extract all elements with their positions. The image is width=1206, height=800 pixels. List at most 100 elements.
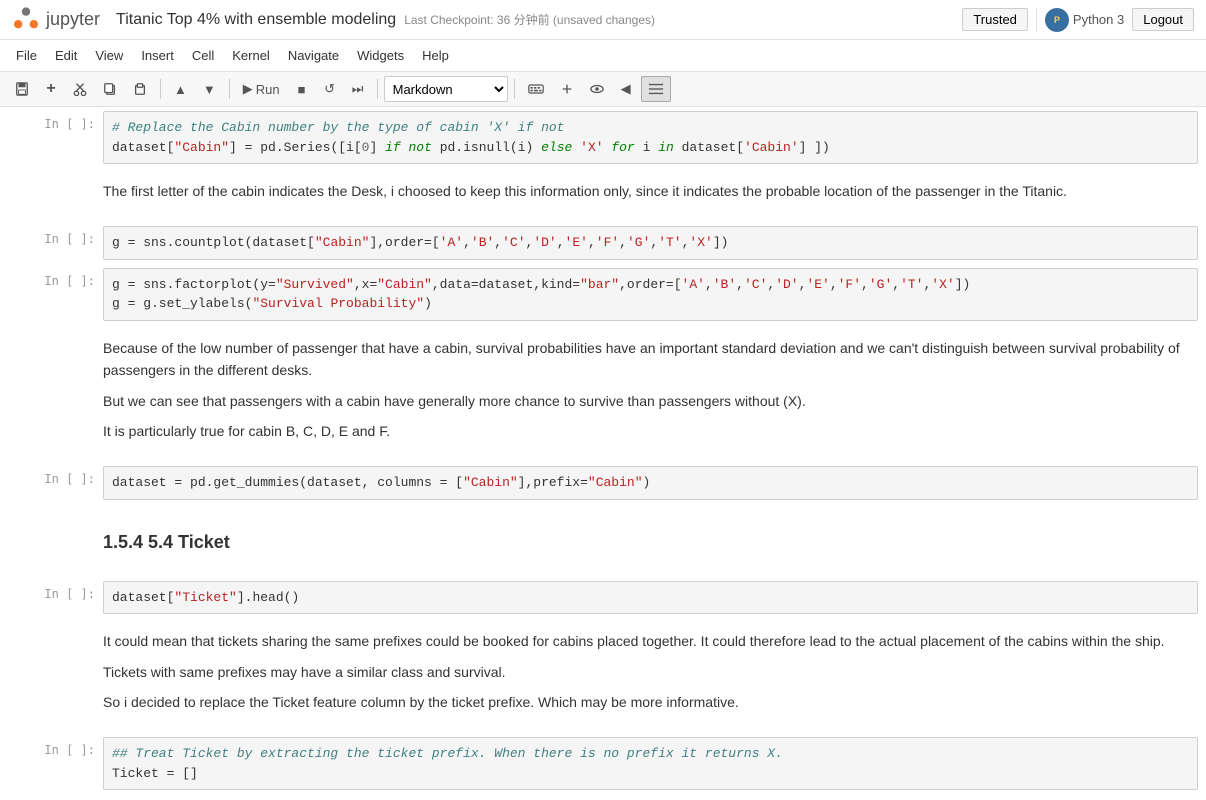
cell-3-code[interactable]: g = sns.countplot(dataset["Cabin"],order… bbox=[103, 226, 1198, 260]
section-heading-ticket: 1.5.4 5.4 Ticket bbox=[103, 528, 1198, 557]
right-actions: Trusted P Python 3 Logout bbox=[962, 8, 1194, 32]
menu-kernel[interactable]: Kernel bbox=[224, 44, 278, 67]
notebook-main: In [ ]: # Replace the Cabin number by th… bbox=[0, 107, 1206, 797]
run-icon: ▶ bbox=[243, 81, 253, 97]
cell-7-markdown: 1.5.4 5.4 Ticket bbox=[103, 508, 1198, 573]
cell-6: In [ ]: dataset = pd.get_dummies(dataset… bbox=[0, 462, 1206, 504]
save-icon bbox=[15, 82, 29, 96]
menubar: File Edit View Insert Cell Kernel Naviga… bbox=[0, 40, 1206, 72]
topbar: jupyter Titanic Top 4% with ensemble mod… bbox=[0, 0, 1206, 40]
python-badge: P Python 3 bbox=[1036, 8, 1124, 32]
cell-1: In [ ]: # Replace the Cabin number by th… bbox=[0, 107, 1206, 168]
cell-4-content: g = sns.factorplot(y="Survived",x="Cabin… bbox=[103, 268, 1206, 321]
cell-10-code[interactable]: ## Treat Ticket by extracting the ticket… bbox=[103, 737, 1198, 790]
cell-10-content: ## Treat Ticket by extracting the ticket… bbox=[103, 737, 1206, 790]
python-icon: P bbox=[1045, 8, 1069, 32]
menu-insert[interactable]: Insert bbox=[133, 44, 182, 67]
keyboard-shortcuts-button[interactable] bbox=[521, 76, 551, 102]
python-label: Python 3 bbox=[1073, 12, 1124, 27]
eye-icon bbox=[590, 82, 604, 96]
cell-5-para-3: It is particularly true for cabin B, C, … bbox=[103, 420, 1198, 442]
output-toggle-button[interactable] bbox=[583, 76, 611, 102]
cell-2-prompt bbox=[3, 172, 103, 218]
cell-9-para-1: It could mean that tickets sharing the s… bbox=[103, 630, 1198, 652]
svg-text:P: P bbox=[1054, 15, 1060, 25]
menu-view[interactable]: View bbox=[87, 44, 131, 67]
cell-2: The first letter of the cabin indicates … bbox=[0, 168, 1206, 222]
cell-5-para-1: Because of the low number of passenger t… bbox=[103, 337, 1198, 382]
menu-navigate[interactable]: Navigate bbox=[280, 44, 347, 67]
extend-selection-button[interactable] bbox=[553, 76, 581, 102]
interrupt-button[interactable]: ■ bbox=[289, 76, 315, 102]
cell-9-content: It could mean that tickets sharing the s… bbox=[103, 622, 1206, 729]
menu-cell[interactable]: Cell bbox=[184, 44, 222, 67]
cell-1-prompt: In [ ]: bbox=[3, 111, 103, 164]
move-down-button[interactable]: ▼ bbox=[196, 76, 223, 102]
cell-5-content: Because of the low number of passenger t… bbox=[103, 329, 1206, 459]
run-label: Run bbox=[256, 82, 280, 97]
paste-button[interactable] bbox=[126, 76, 154, 102]
cell-7: 1.5.4 5.4 Ticket bbox=[0, 504, 1206, 577]
move-up-button[interactable]: ▲ bbox=[167, 76, 194, 102]
menu-file[interactable]: File bbox=[8, 44, 45, 67]
cell-9-para-2: Tickets with same prefixes may have a si… bbox=[103, 661, 1198, 683]
jupyter-logo-svg bbox=[12, 6, 40, 34]
cell-1-content: # Replace the Cabin number by the type o… bbox=[103, 111, 1206, 164]
add-cell-button[interactable]: + bbox=[38, 76, 64, 102]
cell-8: In [ ]: dataset["Ticket"].head() bbox=[0, 577, 1206, 619]
cell-4: In [ ]: g = sns.factorplot(y="Survived",… bbox=[0, 264, 1206, 325]
toolbar-sep-1 bbox=[160, 79, 161, 99]
menu-widgets[interactable]: Widgets bbox=[349, 44, 412, 67]
copy-icon bbox=[103, 82, 117, 96]
cell-8-code[interactable]: dataset["Ticket"].head() bbox=[103, 581, 1198, 615]
cell-10: In [ ]: ## Treat Ticket by extracting th… bbox=[0, 733, 1206, 794]
toolbar-sep-3 bbox=[377, 79, 378, 99]
cell-5-markdown: Because of the low number of passenger t… bbox=[103, 329, 1198, 459]
cell-1-code[interactable]: # Replace the Cabin number by the type o… bbox=[103, 111, 1198, 164]
cell-9: It could mean that tickets sharing the s… bbox=[0, 618, 1206, 733]
cell-6-prompt: In [ ]: bbox=[3, 466, 103, 500]
cell-5-prompt bbox=[3, 329, 103, 459]
run-button[interactable]: ▶ Run bbox=[236, 76, 287, 102]
header-button[interactable]: ◀ bbox=[613, 76, 639, 102]
jupyter-logo: jupyter bbox=[12, 6, 100, 34]
toolbar-sep-4 bbox=[514, 79, 515, 99]
cell-4-code[interactable]: g = sns.factorplot(y="Survived",x="Cabin… bbox=[103, 268, 1198, 321]
python-logo-svg: P bbox=[1048, 11, 1066, 29]
cell-5: Because of the low number of passenger t… bbox=[0, 325, 1206, 463]
cell-10-prompt: In [ ]: bbox=[3, 737, 103, 790]
cell-4-prompt: In [ ]: bbox=[3, 268, 103, 321]
cut-button[interactable] bbox=[66, 76, 94, 102]
cell-9-markdown: It could mean that tickets sharing the s… bbox=[103, 622, 1198, 729]
save-button[interactable] bbox=[8, 76, 36, 102]
cell-8-prompt: In [ ]: bbox=[3, 581, 103, 615]
jupyter-wordmark: jupyter bbox=[46, 9, 100, 30]
copy-button[interactable] bbox=[96, 76, 124, 102]
paste-icon bbox=[133, 82, 147, 96]
cell-6-code[interactable]: dataset = pd.get_dummies(dataset, column… bbox=[103, 466, 1198, 500]
cell-2-markdown: The first letter of the cabin indicates … bbox=[103, 172, 1198, 218]
toolbar-sep-2 bbox=[229, 79, 230, 99]
extend-icon bbox=[560, 82, 574, 96]
cell-6-content: dataset = pd.get_dummies(dataset, column… bbox=[103, 466, 1206, 500]
cell-5-para-2: But we can see that passengers with a ca… bbox=[103, 390, 1198, 412]
cut-icon bbox=[73, 82, 87, 96]
cell-7-prompt bbox=[3, 508, 103, 573]
cell-9-para-3: So i decided to replace the Ticket featu… bbox=[103, 691, 1198, 713]
menu-edit[interactable]: Edit bbox=[47, 44, 85, 67]
cell-2-content: The first letter of the cabin indicates … bbox=[103, 172, 1206, 218]
toc-button[interactable] bbox=[641, 76, 671, 102]
logout-button[interactable]: Logout bbox=[1132, 8, 1194, 31]
menu-help[interactable]: Help bbox=[414, 44, 457, 67]
restart-run-button[interactable]: ⏭ bbox=[345, 76, 371, 102]
notebook-title: Titanic Top 4% with ensemble modeling bbox=[116, 11, 396, 29]
restart-button[interactable]: ↺ bbox=[317, 76, 343, 102]
trusted-button[interactable]: Trusted bbox=[962, 8, 1028, 31]
checkpoint-info: Last Checkpoint: 36 分钟前 (unsaved changes… bbox=[404, 11, 655, 28]
cell-9-prompt bbox=[3, 622, 103, 729]
cell-3-content: g = sns.countplot(dataset["Cabin"],order… bbox=[103, 226, 1206, 260]
keyboard-icon bbox=[528, 81, 544, 97]
cell-2-para: The first letter of the cabin indicates … bbox=[103, 180, 1198, 202]
cell-3-prompt: In [ ]: bbox=[3, 226, 103, 260]
cell-type-select[interactable]: Markdown Code Raw NBConvert Heading bbox=[384, 76, 508, 102]
